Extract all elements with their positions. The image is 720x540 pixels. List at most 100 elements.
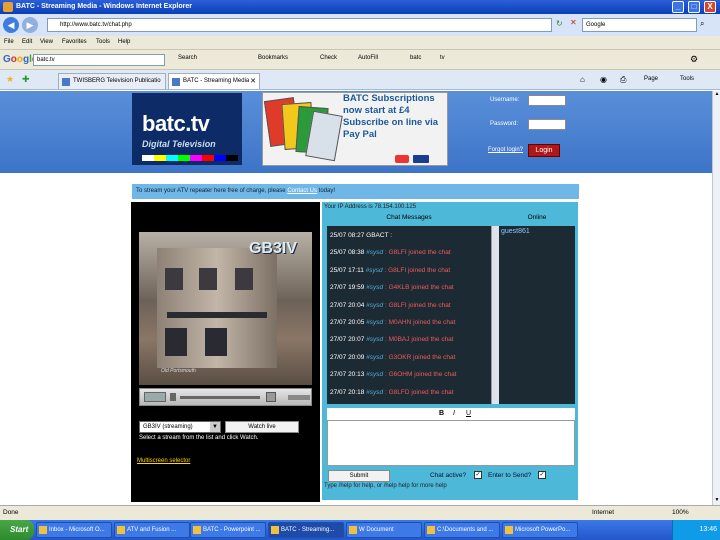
watch-live-button[interactable]: Watch live xyxy=(225,421,299,433)
chat-message: 27/07 20:13 #sysd : G6OHM joined the cha… xyxy=(330,371,457,378)
start-button[interactable]: Start xyxy=(0,520,34,540)
subscription-advert[interactable]: BATC Subscriptions now start at £4 Subsc… xyxy=(262,92,448,166)
underline-button[interactable]: U xyxy=(466,408,471,420)
online-user[interactable]: guest861 xyxy=(501,228,573,235)
enter-send-checkbox[interactable]: ✓ xyxy=(538,471,546,479)
channel-select[interactable]: GB3IV (streaming) ▼ xyxy=(139,421,221,433)
search-value: Google xyxy=(586,22,606,28)
menu-edit[interactable]: Edit xyxy=(22,39,32,45)
pub-building-image xyxy=(157,248,277,368)
check-button[interactable]: Check xyxy=(320,55,337,61)
batc-logo[interactable]: batc.tv Digital Television xyxy=(132,93,242,165)
bookmarks-button[interactable]: Bookmarks xyxy=(258,55,288,61)
menu-file[interactable]: File xyxy=(4,39,14,45)
google-toolbar: Google batc.tv Search Bookmarks Check Au… xyxy=(0,50,720,70)
message-timestamp: 27/07 20:13 xyxy=(330,371,365,379)
forgot-login-link[interactable]: Forgot login? xyxy=(488,147,523,153)
ie-icon xyxy=(3,2,13,12)
add-favorite-icon[interactable]: ✚ xyxy=(22,74,30,85)
print-icon[interactable]: ⎙ xyxy=(620,75,626,85)
message-nick: #sysd xyxy=(366,301,384,309)
menu-favorites[interactable]: Favorites xyxy=(62,39,87,45)
page-menu[interactable]: Page xyxy=(644,76,658,82)
italic-button[interactable]: I xyxy=(453,408,455,420)
feeds-icon[interactable]: ◉ xyxy=(600,75,607,84)
magazine-covers xyxy=(263,95,343,163)
search-icon[interactable]: ⌕ xyxy=(700,19,704,29)
chat-message: 25/07 08:38 #sysd : G8LFI joined the cha… xyxy=(330,249,451,256)
taskbar-task[interactable]: Inbox - Microsoft O... xyxy=(36,522,112,538)
taskbar-task[interactable]: BATC - Streaming... xyxy=(268,522,344,538)
submit-button[interactable]: Submit xyxy=(328,470,390,482)
taskbar-task[interactable]: W Document xyxy=(346,522,422,538)
search-input[interactable]: Google xyxy=(582,18,697,32)
google-search-button[interactable]: Search xyxy=(178,55,197,61)
bold-button[interactable]: B xyxy=(439,408,444,420)
status-text: Done xyxy=(3,509,19,516)
app-icon xyxy=(505,526,513,534)
close-button[interactable]: X xyxy=(704,1,716,13)
username-input[interactable] xyxy=(528,95,566,106)
scroll-up-icon[interactable]: ▲ xyxy=(713,91,720,99)
play-pause-button[interactable] xyxy=(144,392,166,402)
password-input[interactable] xyxy=(528,119,566,130)
username-label: Username: xyxy=(490,97,520,103)
scroll-down-icon[interactable]: ▼ xyxy=(713,497,720,505)
fullscreen-icon[interactable] xyxy=(266,392,276,402)
stop-icon[interactable]: ✕ xyxy=(570,18,577,27)
message-timestamp: 25/07 08:27 xyxy=(330,232,365,239)
settings-icon[interactable]: ⚙ xyxy=(690,54,698,65)
minimize-button[interactable]: _ xyxy=(672,1,684,13)
autofill-button[interactable]: AutoFill xyxy=(358,55,378,61)
tab-twisberg[interactable]: TWISBERG Television Publicatio xyxy=(58,73,166,89)
tv-button[interactable]: tv xyxy=(440,55,445,61)
forward-icon[interactable]: ▶ xyxy=(22,17,38,33)
message-body: : G4KLB joined the chat xyxy=(384,284,454,292)
multiscreen-link[interactable]: Multiscreen selector xyxy=(137,458,190,464)
zoom-level[interactable]: 100% xyxy=(672,506,689,520)
chat-message-input[interactable] xyxy=(327,420,575,466)
message-body: : xyxy=(390,232,393,239)
menu-help[interactable]: Help xyxy=(118,39,130,45)
volume-slider[interactable] xyxy=(288,395,310,400)
online-users-list: guest861 xyxy=(499,226,575,404)
batc-button[interactable]: batc xyxy=(410,55,421,61)
refresh-icon[interactable]: ↻ xyxy=(556,19,563,28)
favorites-star-icon[interactable]: ★ xyxy=(6,74,14,85)
app-icon xyxy=(271,526,279,534)
home-icon[interactable]: ⌂ xyxy=(580,75,585,84)
chat-message-list[interactable]: 25/07 08:27 GBACT : 25/07 08:38 #sysd : G… xyxy=(327,226,491,404)
taskbar-task[interactable]: Microsoft PowerPo... xyxy=(502,522,578,538)
google-search-input[interactable]: batc.tv xyxy=(33,54,165,66)
tab-batc-streaming[interactable]: BATC - Streaming Media ✕ xyxy=(168,73,260,89)
video-frame[interactable]: GB3IV Old Portsmouth xyxy=(139,232,312,385)
menu-tools[interactable]: Tools xyxy=(96,39,110,45)
tools-menu[interactable]: Tools xyxy=(680,76,694,82)
taskbar-task-label: C:\Documents and ... xyxy=(437,527,494,533)
format-toolbar: B I U xyxy=(327,408,575,420)
maximize-button[interactable]: □ xyxy=(688,1,700,13)
color-bar-swatch xyxy=(142,155,154,161)
login-button[interactable]: Login xyxy=(528,144,560,157)
message-nick: #sysd xyxy=(366,319,384,326)
page-scrollbar[interactable]: ▲ ▼ xyxy=(712,91,720,505)
chat-message: 25/07 08:27 GBACT : xyxy=(330,232,392,239)
zone-text: Internet xyxy=(592,509,615,516)
app-icon xyxy=(117,526,125,534)
tab-close-icon[interactable]: ✕ xyxy=(250,74,256,89)
taskbar-task[interactable]: C:\Documents and ... xyxy=(424,522,500,538)
back-icon[interactable]: ◀ xyxy=(3,17,19,33)
message-timestamp: 27/07 20:18 xyxy=(330,388,365,396)
taskbar-task[interactable]: BATC - Powerpoint ... xyxy=(190,522,266,538)
seek-slider[interactable] xyxy=(180,396,260,399)
contact-us-link[interactable]: Contact Us xyxy=(287,188,317,194)
stop-button[interactable] xyxy=(170,393,176,401)
chat-active-checkbox[interactable]: ✓ xyxy=(474,471,482,479)
address-input[interactable]: http://www.batc.tv/chat.php xyxy=(47,18,552,32)
menu-view[interactable]: View xyxy=(40,39,53,45)
mastercard-icon xyxy=(395,155,409,163)
taskbar-task[interactable]: ATV and Fusion ... xyxy=(114,522,190,538)
message-timestamp: 27/07 20:07 xyxy=(330,336,365,344)
chat-scrollbar[interactable] xyxy=(491,226,499,404)
chat-active-label: Chat active? xyxy=(430,472,467,479)
